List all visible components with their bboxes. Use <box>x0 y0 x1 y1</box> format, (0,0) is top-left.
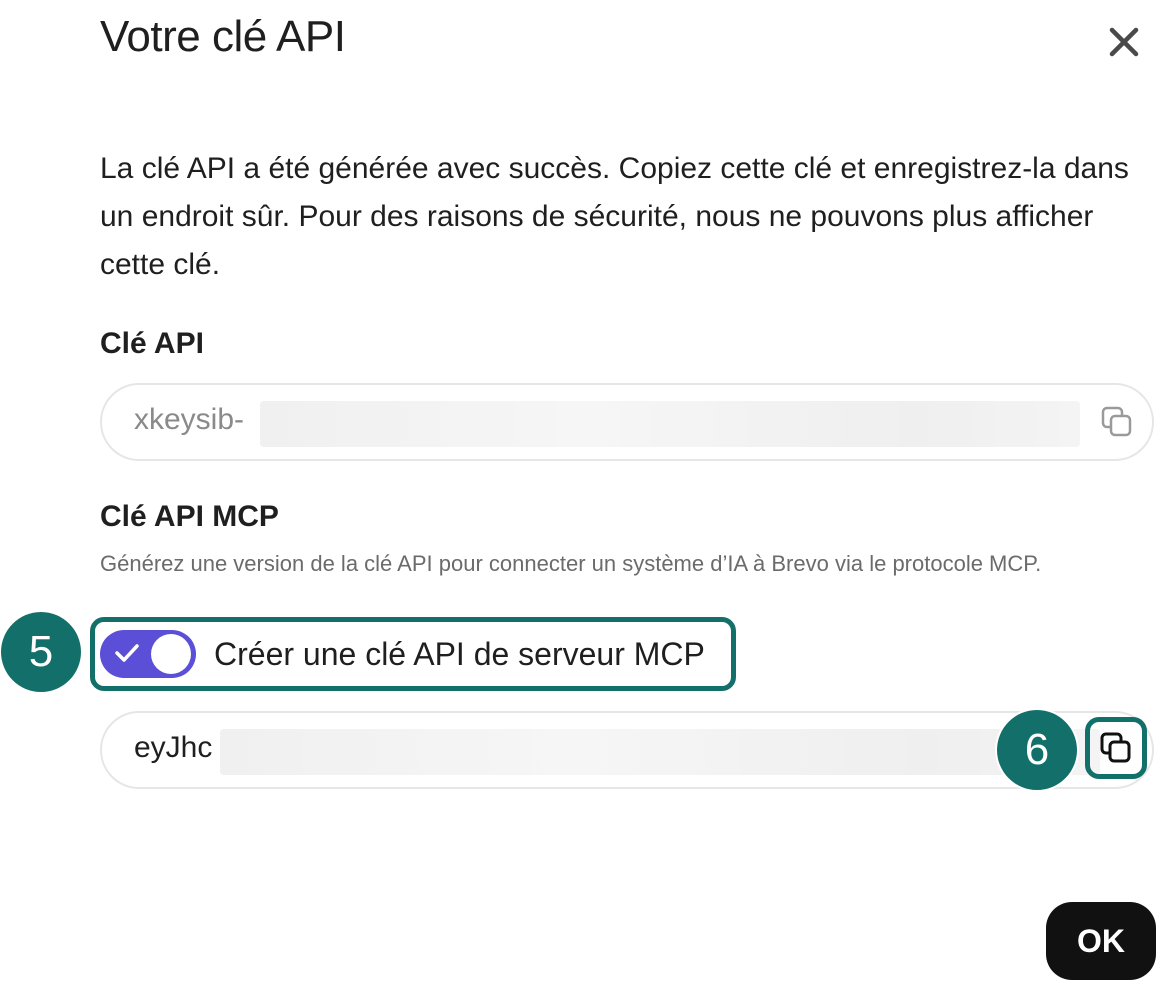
dialog-title: Votre clé API <box>100 12 346 61</box>
mcp-key-toggle-label: Créer une clé API de serveur MCP <box>214 635 705 672</box>
checkmark-icon <box>115 644 139 662</box>
mcp-key-label: Clé API MCP <box>100 500 279 533</box>
mcp-key-value: eyJhc <box>134 731 213 764</box>
mcp-key-field[interactable]: eyJhc 6 <box>100 710 1154 790</box>
toggle-knob <box>151 634 191 674</box>
mcp-key-copy-button[interactable] <box>1085 717 1147 779</box>
ok-button[interactable]: OK <box>1046 902 1156 980</box>
redacted-mcp-key-mask <box>220 729 1100 775</box>
redacted-key-mask <box>260 401 1080 447</box>
api-key-label: Clé API <box>100 327 204 360</box>
api-key-field[interactable]: xkeysib- <box>100 383 1154 461</box>
close-button[interactable] <box>1102 20 1146 64</box>
copy-icon <box>1101 406 1132 437</box>
step-badge-copy: 6 <box>997 710 1077 790</box>
mcp-key-hint: Générez une version de la clé API pour c… <box>100 551 1042 576</box>
step-badge-toggle: 5 <box>1 612 81 692</box>
api-key-value: xkeysib- <box>134 403 245 436</box>
mcp-key-toggle-row[interactable]: Créer une clé API de serveur MCP <box>90 617 736 691</box>
copy-icon <box>1100 732 1131 763</box>
mcp-key-toggle[interactable] <box>100 630 196 678</box>
api-key-copy-button[interactable] <box>1090 395 1144 449</box>
dialog-description: La clé API a été générée avec succès. Co… <box>100 152 1129 281</box>
close-icon <box>1109 27 1139 57</box>
